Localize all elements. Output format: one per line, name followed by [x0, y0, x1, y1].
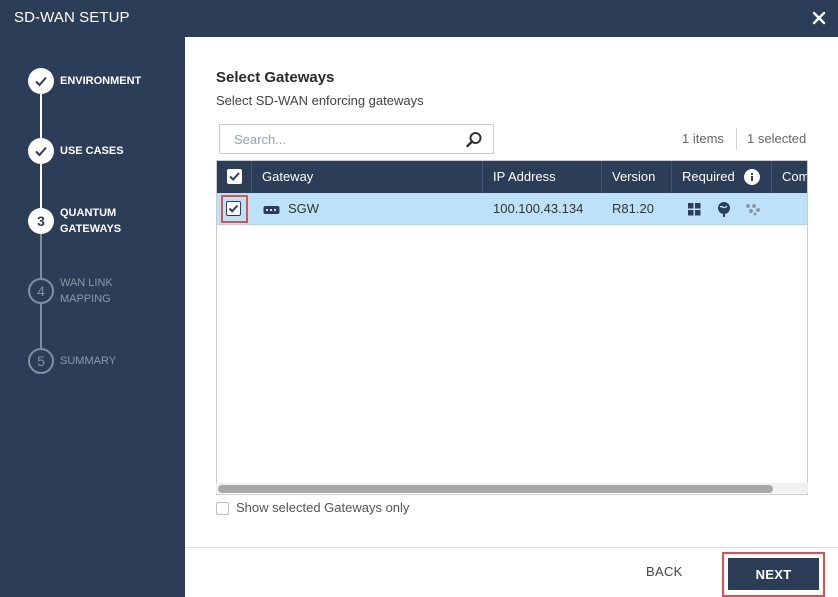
check-icon [228, 204, 239, 213]
step-label: QUANTUM GATEWAYS [60, 207, 122, 235]
horizontal-scrollbar[interactable] [216, 483, 808, 493]
check-icon [229, 172, 240, 181]
next-button[interactable]: NEXT [728, 558, 819, 590]
page-subtitle: Select SD-WAN enforcing gateways [216, 93, 424, 108]
page-title: Select Gateways [216, 69, 335, 86]
step-label: ENVIRONMENT [60, 75, 142, 87]
step-marker: 3 [28, 208, 54, 234]
show-selected-label[interactable]: Show selected Gateways only [236, 500, 409, 515]
scrollbar-thumb[interactable] [218, 485, 773, 493]
column-divider [482, 161, 483, 193]
step-marker: 4 [28, 278, 54, 304]
column-header-required[interactable]: Required [682, 161, 735, 193]
gateway-version: R81.20 [612, 201, 654, 216]
footer: BACK NEXT [185, 547, 838, 597]
column-header-comments[interactable]: Com [782, 161, 807, 193]
title-bar: SD-WAN SETUP [0, 0, 838, 37]
column-divider [771, 161, 772, 193]
check-icon [35, 146, 47, 157]
step-connector [40, 234, 42, 278]
gateway-device-icon [263, 206, 280, 214]
column-divider [251, 161, 252, 193]
blades-grid-icon [688, 203, 701, 216]
step-marker: 5 [28, 348, 54, 374]
column-header-version[interactable]: Version [612, 161, 655, 193]
gateway-name: SGW [288, 201, 320, 216]
step-label: USE CASES [60, 145, 124, 157]
show-selected-checkbox[interactable] [216, 502, 229, 515]
select-all-checkbox[interactable] [227, 169, 242, 184]
main-panel: Select Gateways Select SD-WAN enforcing … [185, 37, 838, 597]
column-header-ip-address[interactable]: IP Address [493, 161, 556, 193]
window-title: SD-WAN SETUP [14, 9, 130, 26]
step-connector [40, 164, 42, 208]
cluster-dots-icon [746, 204, 760, 216]
column-divider [671, 161, 672, 193]
divider [736, 128, 737, 150]
close-icon[interactable] [810, 9, 828, 27]
step-connector [40, 94, 42, 138]
row-checkbox[interactable] [226, 201, 241, 216]
items-count: 1 items [682, 131, 724, 146]
search-input[interactable] [221, 126, 456, 152]
selected-count: 1 selected [747, 131, 807, 146]
gateway-ip: 100.100.43.134 [493, 201, 584, 216]
step-marker [28, 138, 54, 164]
search-icon[interactable] [465, 131, 483, 149]
column-divider [601, 161, 602, 193]
step-connector [40, 304, 42, 348]
step-label: SUMMARY [60, 355, 117, 367]
step-marker [28, 68, 54, 94]
info-icon[interactable] [744, 169, 760, 185]
column-header-gateway[interactable]: Gateway [262, 161, 313, 193]
table-header: Gateway IP Address Version Required Com [217, 161, 807, 193]
table-row[interactable]: SGW 100.100.43.134 R81.20 [217, 193, 807, 225]
step-label: WAN LINK MAPPING [60, 277, 113, 305]
wizard-sidebar: ENVIRONMENT USE CASES 3 QUANTUM GATEWAYS… [0, 37, 185, 597]
back-button[interactable]: BACK [646, 564, 683, 579]
globe-pin-icon [718, 202, 730, 217]
check-icon [35, 76, 47, 87]
gateways-table: Gateway IP Address Version Required Com [216, 160, 808, 495]
search-box [219, 124, 494, 154]
